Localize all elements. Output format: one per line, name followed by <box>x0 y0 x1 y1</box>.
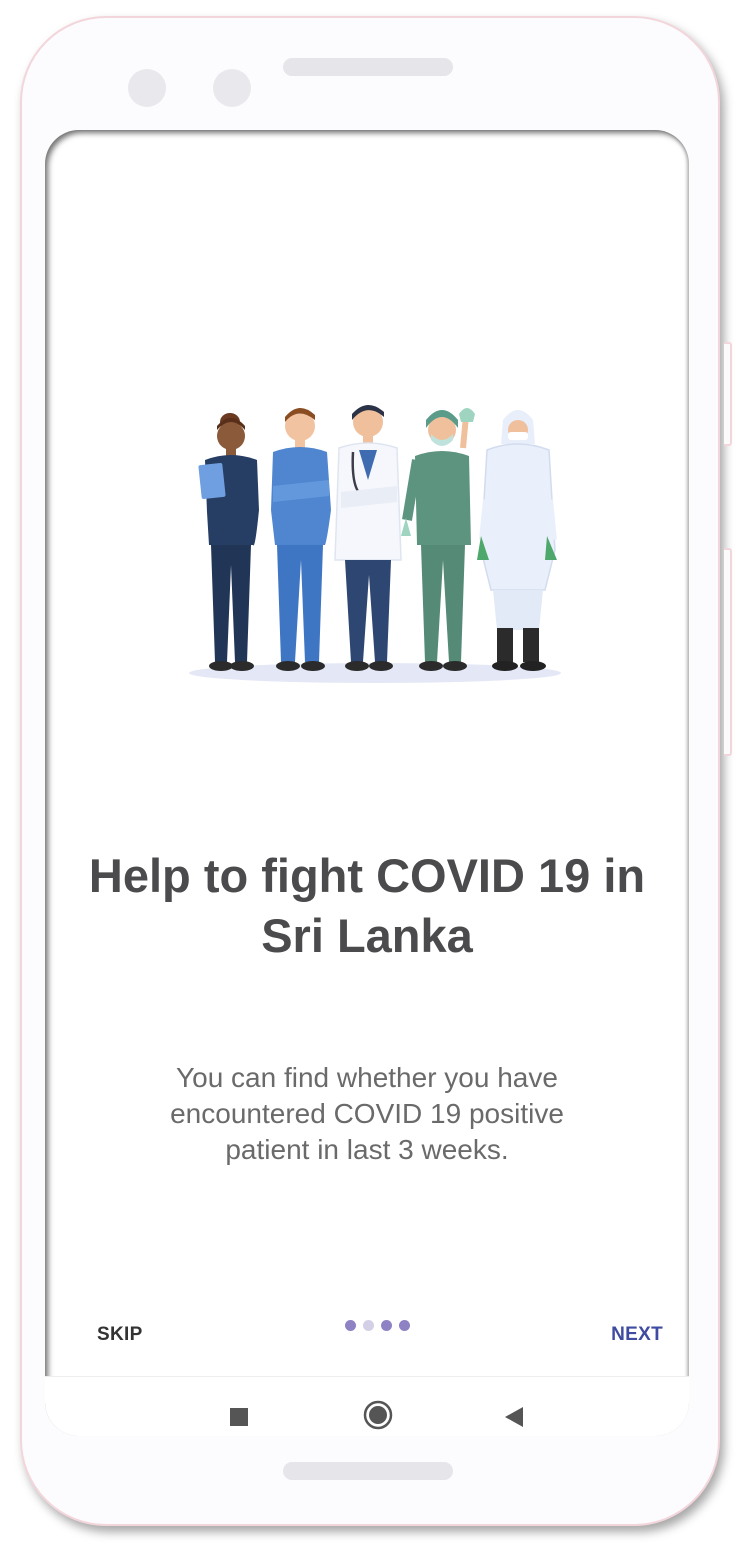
page-dot-1[interactable] <box>345 1320 356 1331</box>
power-button <box>724 342 732 446</box>
title-line-2: Sri Lanka <box>261 909 473 962</box>
circle-home-icon[interactable] <box>363 1400 393 1430</box>
page-dot-3[interactable] <box>381 1320 392 1331</box>
nurse-figure <box>198 413 259 671</box>
healthcare-workers-illustration <box>189 404 561 683</box>
description-line-2: encountered COVID 19 positive <box>170 1098 564 1129</box>
doctor-blue-scrubs-figure <box>271 407 331 671</box>
surgeon-green-scrubs-figure <box>401 408 475 671</box>
onboarding-title: Help to fight COVID 19 in Sri Lanka <box>45 846 689 966</box>
title-line-1: Help to fight COVID 19 in <box>88 849 646 902</box>
doctor-white-coat-figure <box>334 404 402 671</box>
system-navigation-bar <box>45 1376 689 1436</box>
front-sensor-icon <box>213 69 251 107</box>
description-line-3: patient in last 3 weeks. <box>225 1134 509 1165</box>
onboarding-description: You can find whether you have encountere… <box>140 1060 594 1168</box>
skip-button[interactable]: SKIP <box>97 1324 143 1346</box>
volume-button <box>724 548 732 756</box>
hazmat-suit-figure <box>477 410 557 671</box>
bottom-speaker <box>283 1462 453 1480</box>
page-indicator <box>345 1320 410 1331</box>
app-screen: Help to fight COVID 19 in Sri Lanka You … <box>45 130 689 1436</box>
next-button[interactable]: NEXT <box>611 1324 663 1346</box>
page-dot-2[interactable] <box>363 1320 374 1331</box>
front-camera-icon <box>128 69 166 107</box>
earpiece-speaker <box>283 58 453 76</box>
triangle-back-icon[interactable] <box>504 1406 524 1428</box>
description-line-1: You can find whether you have <box>176 1062 558 1093</box>
square-icon[interactable] <box>230 1408 248 1426</box>
page-dot-4[interactable] <box>399 1320 410 1331</box>
